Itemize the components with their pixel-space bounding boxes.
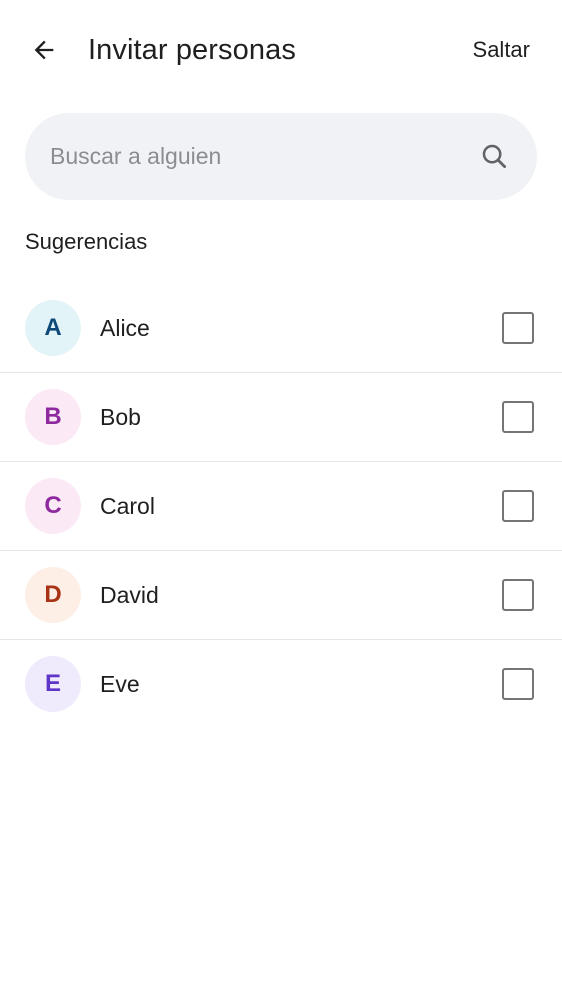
contact-row[interactable]: A Alice	[0, 284, 562, 373]
contact-name: Alice	[100, 315, 150, 341]
search-icon[interactable]	[479, 141, 509, 171]
search-bar[interactable]	[25, 113, 537, 200]
suggestions-list: A Alice B Bob C Carol D David E Eve	[0, 284, 562, 728]
suggestions-heading: Sugerencias	[25, 229, 148, 254]
invite-checkbox[interactable]	[502, 579, 534, 611]
avatar: C	[25, 478, 81, 534]
contact-row[interactable]: B Bob	[0, 373, 562, 462]
invite-checkbox[interactable]	[502, 401, 534, 433]
contact-name: David	[100, 582, 159, 608]
avatar: B	[25, 389, 81, 445]
avatar: D	[25, 567, 81, 623]
contact-row[interactable]: E Eve	[0, 640, 562, 728]
search-input[interactable]	[50, 113, 450, 200]
invite-checkbox[interactable]	[502, 668, 534, 700]
contact-name: Bob	[100, 404, 141, 430]
contact-name: Eve	[100, 671, 140, 697]
contact-row[interactable]: C Carol	[0, 462, 562, 551]
app-bar: Invitar personas Saltar	[0, 0, 562, 100]
avatar: A	[25, 300, 81, 356]
back-button[interactable]	[22, 28, 66, 72]
contact-name: Carol	[100, 493, 155, 519]
invite-checkbox[interactable]	[502, 490, 534, 522]
page-title: Invitar personas	[88, 34, 296, 66]
invite-checkbox[interactable]	[502, 312, 534, 344]
contact-row[interactable]: D David	[0, 551, 562, 640]
arrow-left-icon	[34, 40, 54, 60]
avatar: E	[25, 656, 81, 712]
skip-button[interactable]: Saltar	[473, 34, 530, 66]
